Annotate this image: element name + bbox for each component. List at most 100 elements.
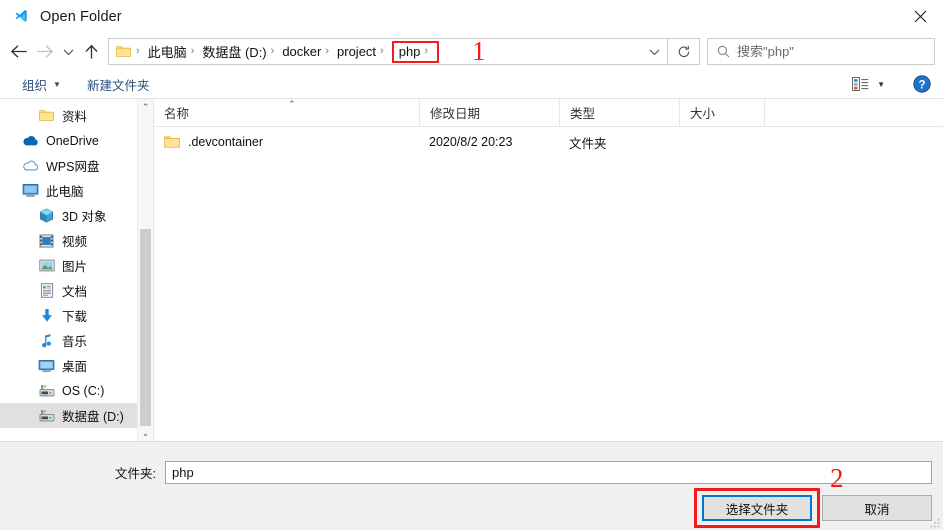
sidebar-item-label: 下载 (62, 310, 88, 324)
column-header-label: 名称 (164, 107, 190, 121)
folder-icon (164, 136, 180, 148)
sidebar-item-onedrive[interactable]: OneDrive (0, 128, 153, 153)
sidebar-item-label: 音乐 (62, 335, 88, 349)
breadcrumb-item-project[interactable]: project › (335, 40, 390, 63)
breadcrumb-item-drive-d[interactable]: 数据盘 (D:) › (200, 40, 280, 63)
column-header-modified[interactable]: 修改日期 (419, 99, 559, 126)
desktop-icon (38, 357, 55, 374)
breadcrumb-item-php[interactable]: php › (390, 40, 441, 63)
vscode-icon (15, 9, 27, 22)
sidebar-item-3d-objects[interactable]: 3D 对象 (0, 203, 153, 228)
address-bar[interactable]: › 此电脑 › 数据盘 (D:) › docker › project › ph… (108, 38, 668, 65)
search-input[interactable] (737, 44, 934, 59)
sidebar-item-os-c[interactable]: OS (C:) (0, 378, 153, 403)
forward-button[interactable] (32, 39, 58, 65)
breadcrumb-separator: › (136, 45, 140, 57)
organize-label: 组织 (22, 78, 48, 93)
help-icon: ? (913, 75, 931, 93)
select-folder-button-wrapper: 选择文件夹 (694, 488, 820, 528)
cancel-button[interactable]: 取消 (822, 495, 932, 521)
column-header-name[interactable]: 名称 ⌃ (154, 99, 419, 126)
breadcrumb-item-root[interactable]: › (114, 40, 146, 63)
select-folder-button[interactable]: 选择文件夹 (702, 495, 812, 521)
sidebar-item-documents[interactable]: 文档 (0, 278, 153, 303)
sidebar-item-label: OS (C:) (62, 383, 105, 398)
search-box[interactable] (707, 38, 935, 65)
file-name-label: .devcontainer (188, 135, 264, 149)
breadcrumb-php-highlight: php › (391, 40, 440, 63)
documents-icon (38, 282, 55, 299)
sidebar-item-pictures[interactable]: 图片 (0, 253, 153, 278)
window-title: Open Folder (40, 8, 122, 25)
forward-arrow-icon (37, 45, 54, 58)
this-pc-icon (22, 182, 39, 199)
scroll-up-button[interactable]: ⌃ (138, 99, 153, 115)
chevron-down-icon: ▼ (877, 79, 885, 89)
navigation-pane: 资料 OneDrive WPS网盘 此电脑 3D 对象 视频 图片 文档 下载 … (0, 99, 154, 441)
breadcrumb-label: 此电脑 (147, 45, 187, 60)
folder-icon (38, 107, 55, 124)
up-button[interactable] (78, 39, 104, 65)
breadcrumb-item-docker[interactable]: docker › (280, 40, 335, 63)
3d-objects-icon (38, 207, 55, 224)
sidebar-item-ziliao[interactable]: 资料 (0, 103, 153, 128)
back-button[interactable] (6, 39, 32, 65)
column-header-label: 大小 (690, 107, 716, 121)
close-icon (914, 10, 926, 23)
breadcrumb-separator: › (325, 45, 330, 57)
sidebar-item-downloads[interactable]: 下载 (0, 303, 153, 328)
column-header-type[interactable]: 类型 (559, 99, 679, 126)
wps-cloud-icon (22, 157, 39, 174)
scrollbar-thumb[interactable] (140, 229, 151, 426)
table-row[interactable]: .devcontainer 2020/8/2 20:23 文件夹 (154, 127, 943, 157)
music-icon (38, 332, 55, 349)
new-folder-button[interactable]: 新建文件夹 (87, 75, 150, 94)
file-list-pane: 名称 ⌃ 修改日期 类型 大小 .devcontainer 2020/8/2 2… (154, 99, 943, 441)
drive-icon (38, 382, 55, 399)
sidebar-item-music[interactable]: 音乐 (0, 328, 153, 353)
dialog-content: 资料 OneDrive WPS网盘 此电脑 3D 对象 视频 图片 文档 下载 … (0, 98, 943, 441)
column-header-label: 类型 (570, 107, 596, 121)
organize-button[interactable]: 组织 ▼ (22, 75, 61, 94)
file-type-cell: 文件夹 (569, 136, 607, 151)
drive-icon (38, 407, 55, 424)
refresh-button[interactable] (668, 38, 700, 65)
navigation-list: 资料 OneDrive WPS网盘 此电脑 3D 对象 视频 图片 文档 下载 … (0, 99, 153, 428)
sidebar-item-label: 3D 对象 (62, 210, 107, 224)
footer-buttons: 选择文件夹 取消 (692, 488, 932, 528)
command-bar: 组织 ▼ 新建文件夹 ▼ ? (0, 70, 943, 98)
file-list: .devcontainer 2020/8/2 20:23 文件夹 (154, 127, 943, 441)
back-arrow-icon (10, 45, 27, 58)
sidebar-item-data-drive-d[interactable]: 数据盘 (D:) (0, 403, 153, 428)
close-button[interactable] (897, 0, 943, 33)
sidebar-item-wps-cloud[interactable]: WPS网盘 (0, 153, 153, 178)
view-options-icon (852, 76, 869, 91)
sidebar-item-label: 图片 (62, 260, 88, 274)
help-button[interactable]: ? (913, 75, 931, 93)
scroll-down-button[interactable]: ⌄ (138, 425, 153, 441)
sidebar-item-this-pc[interactable]: 此电脑 (0, 178, 153, 203)
column-header-size[interactable]: 大小 (679, 99, 764, 126)
resize-grip-icon[interactable] (929, 517, 941, 529)
recent-locations-button[interactable] (58, 39, 78, 65)
breadcrumb-separator: › (270, 45, 275, 57)
address-dropdown-button[interactable] (641, 39, 667, 64)
breadcrumb: › 此电脑 › 数据盘 (D:) › docker › project › ph… (109, 39, 641, 64)
sidebar-item-label: 文档 (62, 285, 88, 299)
sidebar-item-videos[interactable]: 视频 (0, 228, 153, 253)
navigation-pane-scrollbar[interactable]: ⌃ ⌄ (137, 99, 153, 441)
sidebar-item-label: 数据盘 (D:) (62, 410, 124, 424)
breadcrumb-separator: › (190, 45, 195, 57)
view-options-button[interactable]: ▼ (852, 76, 885, 92)
sidebar-item-label: OneDrive (46, 133, 99, 148)
sidebar-item-label: 此电脑 (46, 185, 84, 199)
sidebar-item-label: 桌面 (62, 360, 88, 374)
downloads-icon (38, 307, 55, 324)
sidebar-item-desktop[interactable]: 桌面 (0, 353, 153, 378)
breadcrumb-item-this-pc[interactable]: 此电脑 › (146, 40, 201, 63)
folder-name-input-wrapper[interactable] (165, 460, 932, 484)
new-folder-label: 新建文件夹 (86, 78, 150, 93)
search-icon (717, 45, 730, 58)
open-folder-dialog: Open Folder › 此电脑 › 数据盘 (D:) › docker › … (0, 0, 943, 530)
folder-name-input[interactable] (172, 464, 925, 480)
